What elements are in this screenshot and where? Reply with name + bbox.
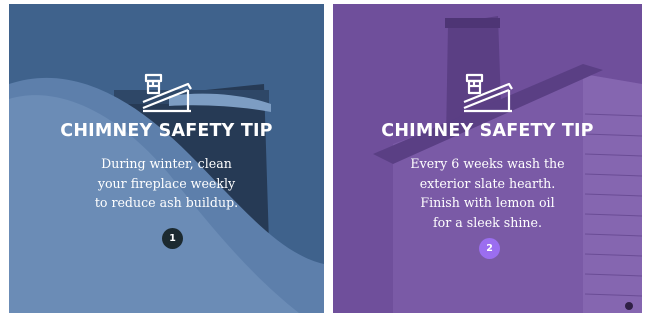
tip-card-1: CHIMNEY SAFETY TIP During winter, clean …: [9, 4, 324, 313]
page-number-badge: 1: [162, 228, 183, 249]
chimney-house-icon: [142, 73, 192, 113]
chimney-house-icon: [463, 73, 513, 113]
page-number-badge: 2: [479, 238, 500, 259]
card-title: CHIMNEY SAFETY TIP: [60, 121, 273, 141]
tip-text: During winter, clean your fireplace week…: [94, 156, 239, 210]
tip-text: Every 6 weeks wash the exterior slate he…: [410, 156, 565, 230]
card-title: CHIMNEY SAFETY TIP: [381, 121, 594, 141]
tip-card-2: CHIMNEY SAFETY TIP Every 6 weeks wash th…: [333, 4, 642, 313]
